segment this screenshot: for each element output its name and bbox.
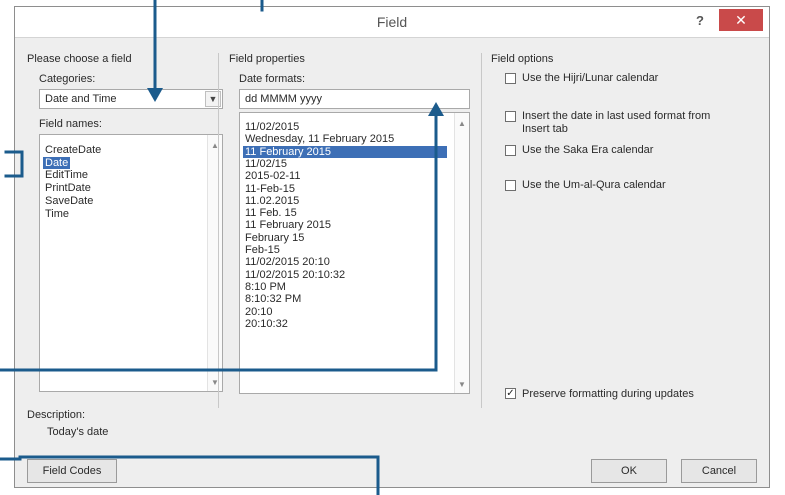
date-formats-scrollbar[interactable]: ▲ ▼ <box>454 113 469 393</box>
field-name-item[interactable]: Time <box>43 208 71 220</box>
last-format-label-line2: Insert tab <box>522 123 568 135</box>
date-format-input[interactable]: dd MMMM yyyy <box>239 89 470 109</box>
scroll-down-icon[interactable]: ▼ <box>208 378 222 387</box>
ok-button[interactable]: OK <box>591 459 667 483</box>
hijri-label: Use the Hijri/Lunar calendar <box>522 72 659 84</box>
um-al-qura-label: Use the Um-al-Qura calendar <box>522 179 666 191</box>
date-format-item[interactable]: 11/02/15 <box>243 158 289 170</box>
choose-field-heading: Please choose a field <box>27 53 132 65</box>
separator-right <box>481 53 482 408</box>
categories-label: Categories: <box>39 73 96 85</box>
close-button[interactable]: ✕ <box>719 9 763 31</box>
date-format-item[interactable]: Feb-15 <box>243 244 282 256</box>
dialog-title: Field <box>376 14 408 30</box>
preserve-formatting-label: Preserve formatting during updates <box>522 388 694 400</box>
field-dialog: Field ? ✕ Please choose a field Categori… <box>14 6 770 488</box>
field-name-item[interactable]: SaveDate <box>43 195 95 207</box>
preserve-formatting-checkbox[interactable]: ✓ <box>505 388 516 399</box>
categories-value: Date and Time <box>45 93 117 105</box>
date-format-item[interactable]: 11/02/2015 20:10:32 <box>243 269 347 281</box>
date-formats-label: Date formats: <box>239 73 306 85</box>
date-format-item[interactable]: February 15 <box>243 232 306 244</box>
date-format-item[interactable]: 11/02/2015 <box>243 121 301 133</box>
scroll-up-icon[interactable]: ▲ <box>208 141 222 150</box>
date-format-item[interactable]: 11 February 2015 <box>243 145 447 158</box>
scroll-down-icon[interactable]: ▼ <box>455 380 469 389</box>
checkmark-icon: ✓ <box>506 388 515 399</box>
saka-label: Use the Saka Era calendar <box>522 144 654 156</box>
date-format-item[interactable]: 8:10:32 PM <box>243 293 303 305</box>
field-name-item[interactable]: CreateDate <box>43 144 103 156</box>
scroll-up-icon[interactable]: ▲ <box>455 119 469 128</box>
categories-dropdown[interactable]: Date and Time ▼ <box>39 89 223 109</box>
field-name-item[interactable]: PrintDate <box>43 182 93 194</box>
date-format-value: dd MMMM yyyy <box>245 93 322 105</box>
description-label: Description: <box>27 409 86 421</box>
date-format-item[interactable]: 8:10 PM <box>243 281 288 293</box>
cancel-button[interactable]: Cancel <box>681 459 757 483</box>
um-al-qura-checkbox[interactable] <box>505 180 516 191</box>
saka-checkbox[interactable] <box>505 145 516 156</box>
date-format-item[interactable]: 11 Feb. 15 <box>243 207 299 219</box>
date-format-item[interactable]: 11.02.2015 <box>243 195 301 207</box>
field-name-item[interactable]: EditTime <box>43 169 90 181</box>
field-options-heading: Field options <box>491 53 554 65</box>
date-format-item[interactable]: 20:10:32 <box>243 318 290 330</box>
last-format-label: Insert the date in last used format from <box>522 110 711 122</box>
field-codes-button[interactable]: Field Codes <box>27 459 117 483</box>
separator-left <box>218 53 219 408</box>
field-properties-heading: Field properties <box>229 53 305 65</box>
date-formats-list[interactable]: ▲ ▼ 11/02/2015 Wednesday, 11 February 201… <box>239 112 470 394</box>
field-name-item[interactable]: Date <box>43 156 71 169</box>
date-format-item[interactable]: 11/02/2015 20:10 <box>243 256 332 268</box>
description-text: Today's date <box>47 426 109 438</box>
date-format-item[interactable]: 20:10 <box>243 306 275 318</box>
date-format-item[interactable]: 11 February 2015 <box>243 219 333 231</box>
field-names-scrollbar[interactable]: ▲ ▼ <box>207 135 222 391</box>
field-names-list[interactable]: ▲ ▼ CreateDate Date EditTime PrintDate SaveD… <box>39 134 223 392</box>
date-format-item[interactable]: 2015-02-11 <box>243 170 302 182</box>
help-button[interactable]: ? <box>689 11 711 31</box>
title-bar: Field ? ✕ <box>15 7 769 38</box>
date-format-item[interactable]: 11-Feb-15 <box>243 183 297 195</box>
field-names-label: Field names: <box>39 118 102 130</box>
last-format-checkbox[interactable] <box>505 111 516 122</box>
date-format-item[interactable]: Wednesday, 11 February 2015 <box>243 133 396 145</box>
hijri-checkbox[interactable] <box>505 73 516 84</box>
